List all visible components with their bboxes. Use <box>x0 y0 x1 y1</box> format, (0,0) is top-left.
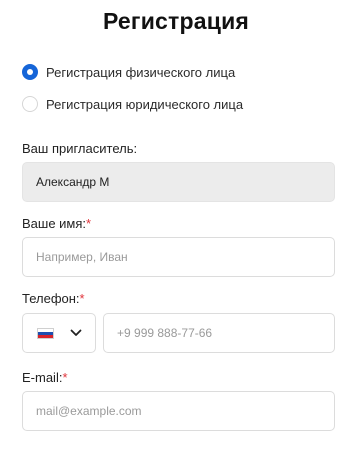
phone-input[interactable] <box>117 326 321 340</box>
name-label: Ваше имя:* <box>22 216 91 231</box>
inviter-value: Александр М <box>36 175 110 189</box>
radio-unchecked-icon[interactable] <box>22 96 38 112</box>
radio-legal-entity[interactable]: Регистрация юридического лица <box>22 96 243 112</box>
radio-checked-icon[interactable] <box>22 64 38 80</box>
radio-individual-label: Регистрация физического лица <box>46 64 236 80</box>
chevron-down-icon <box>70 329 82 336</box>
inviter-label: Ваш пригласитель: <box>22 141 138 156</box>
email-label-text: E-mail: <box>22 370 63 385</box>
phone-label-text: Телефон: <box>22 291 80 306</box>
radio-legal-entity-label: Регистрация юридического лица <box>46 96 244 112</box>
phone-field[interactable] <box>103 313 335 353</box>
radio-individual[interactable]: Регистрация физического лица <box>22 64 235 80</box>
required-mark: * <box>62 370 68 385</box>
name-label-text: Ваше имя: <box>22 216 87 231</box>
name-input[interactable] <box>36 250 321 264</box>
page-title: Регистрация <box>102 8 250 34</box>
russia-flag-icon <box>37 327 54 339</box>
name-field[interactable] <box>22 237 335 277</box>
email-field[interactable] <box>22 391 335 431</box>
required-mark: * <box>86 216 92 231</box>
country-select[interactable] <box>22 313 96 353</box>
inviter-field: Александр М <box>22 162 335 202</box>
required-mark: * <box>79 291 85 306</box>
email-input[interactable] <box>36 404 321 418</box>
email-label: E-mail:* <box>22 370 68 385</box>
phone-label: Телефон:* <box>22 291 85 306</box>
